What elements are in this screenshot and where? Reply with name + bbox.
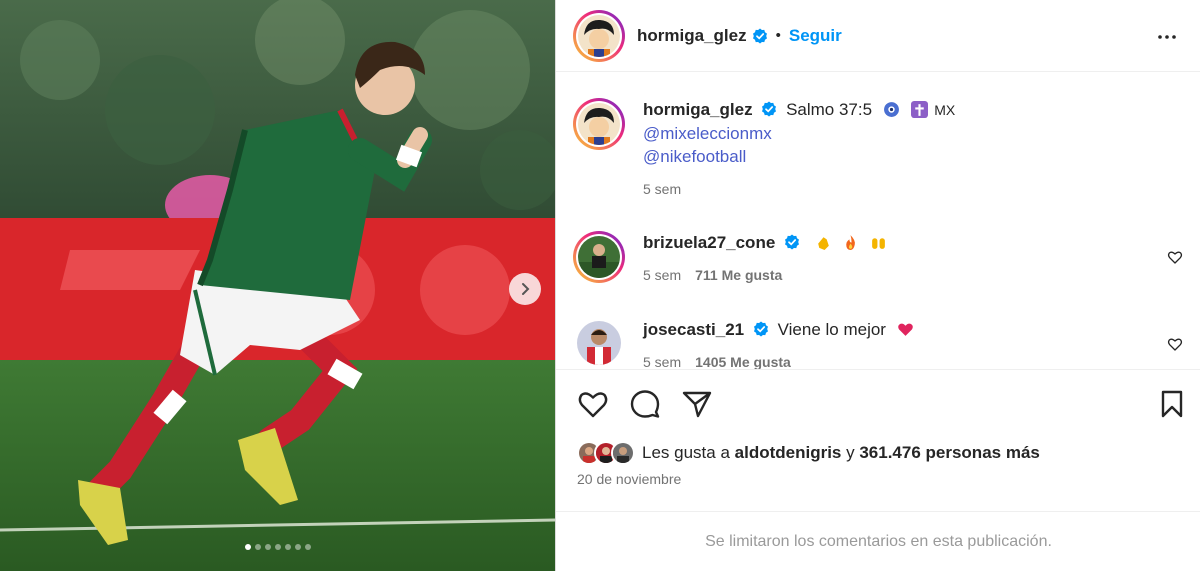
carousel-dot <box>254 544 261 550</box>
verified-badge-icon <box>753 321 768 337</box>
comment-username[interactable]: josecasti_21 <box>643 320 744 339</box>
verified-badge-icon <box>785 234 800 250</box>
carousel-dot-active <box>244 544 251 550</box>
post-actions: Les gusta a aldotdenigris y 361.476 pers… <box>556 369 1200 511</box>
player-avatar-image <box>577 321 621 365</box>
comment-body: brizuela27_cone 5 sem 711 Me gusta <box>643 231 1143 287</box>
header-separator: • <box>775 27 781 44</box>
carousel-dot <box>304 544 311 550</box>
caption: hormiga_glez Salmo 37:5 MX @mixeleccionm… <box>573 98 1183 208</box>
like-comment-heart-icon[interactable] <box>1167 336 1183 352</box>
follow-button[interactable]: Seguir <box>789 26 842 46</box>
likes-connector: y <box>846 443 855 462</box>
comment-username[interactable]: brizuela27_cone <box>643 233 775 252</box>
comment-time[interactable]: 5 sem <box>643 354 681 369</box>
mention-link[interactable]: @mixeleccionmx <box>643 122 1143 145</box>
comment-time[interactable]: 5 sem <box>643 267 681 283</box>
comment-body: josecasti_21 Viene lo mejor 5 sem 1405 Me… <box>643 318 1143 369</box>
likes-prefix: Les gusta a <box>642 443 730 462</box>
author-avatar[interactable] <box>573 9 625 62</box>
author-username[interactable]: hormiga_glez <box>637 26 747 46</box>
post-details-panel: hormiga_glez • Seguir hormiga_glez Salmo… <box>555 0 1200 571</box>
cartoon-avatar-image <box>578 14 620 57</box>
caption-username[interactable]: hormiga_glez <box>643 100 753 119</box>
carousel-indicator <box>0 544 555 550</box>
caption-text: Salmo 37:5 <box>786 100 873 119</box>
verified-badge-icon <box>762 101 777 117</box>
commenter-avatar[interactable] <box>573 231 625 283</box>
player-avatar-image <box>578 236 620 278</box>
comment-item: brizuela27_cone 5 sem 711 Me gusta <box>573 231 1183 301</box>
liker-username[interactable]: aldotdenigris <box>735 443 842 462</box>
like-heart-icon[interactable] <box>577 388 609 420</box>
comment-text: Viene lo mejor <box>777 320 886 339</box>
raised-hands-emoji <box>872 238 886 249</box>
mention-link[interactable]: @nikefootball <box>643 145 1143 168</box>
soccer-ball-emoji <box>883 102 899 117</box>
comment-meta: 5 sem 1405 Me gusta <box>643 351 1143 369</box>
more-options-icon[interactable] <box>1155 25 1179 49</box>
comment-likes[interactable]: 711 Me gusta <box>695 267 782 283</box>
comments-limited-notice: Se limitaron los comentarios en esta pub… <box>556 511 1200 571</box>
country-flag-text: MX <box>934 102 956 118</box>
commenter-avatar[interactable] <box>577 321 621 365</box>
save-bookmark-icon[interactable] <box>1156 388 1188 420</box>
share-paper-plane-icon[interactable] <box>681 388 713 420</box>
next-slide-button[interactable] <box>509 273 541 305</box>
carousel-dot <box>274 544 281 550</box>
football-player-photo <box>0 0 555 571</box>
carousel-dot <box>294 544 301 550</box>
carousel-dot <box>264 544 271 550</box>
caption-author-avatar[interactable] <box>573 98 625 150</box>
verified-badge-icon <box>752 28 767 43</box>
comment-likes[interactable]: 1405 Me gusta <box>695 354 791 369</box>
cartoon-avatar-image <box>578 103 620 145</box>
like-comment-heart-icon[interactable] <box>1167 249 1183 265</box>
likes-summary: Les gusta a aldotdenigris y 361.476 pers… <box>577 441 1040 465</box>
liker-avatar[interactable] <box>611 441 635 465</box>
heart-emoji <box>897 323 913 336</box>
likes-count[interactable]: 361.476 personas más <box>859 443 1040 462</box>
carousel-dot <box>284 544 291 550</box>
caption-body: hormiga_glez Salmo 37:5 MX @mixeleccionm… <box>643 98 1143 201</box>
clap-emoji <box>817 237 829 250</box>
caption-time[interactable]: 5 sem <box>643 178 1143 201</box>
post-date[interactable]: 20 de noviembre <box>577 471 681 487</box>
comment-item: josecasti_21 Viene lo mejor 5 sem 1405 Me… <box>573 318 1183 369</box>
fire-emoji <box>846 235 856 250</box>
cross-emoji <box>910 101 928 118</box>
comment-meta: 5 sem 711 Me gusta <box>643 264 1143 287</box>
post-photo[interactable] <box>0 0 555 571</box>
comments-list[interactable]: hormiga_glez Salmo 37:5 MX @mixeleccionm… <box>556 73 1200 369</box>
post-header: hormiga_glez • Seguir <box>556 0 1200 72</box>
chevron-right-icon <box>522 283 530 295</box>
likes-text: Les gusta a aldotdenigris y 361.476 pers… <box>642 443 1040 463</box>
comment-bubble-icon[interactable] <box>629 388 661 420</box>
